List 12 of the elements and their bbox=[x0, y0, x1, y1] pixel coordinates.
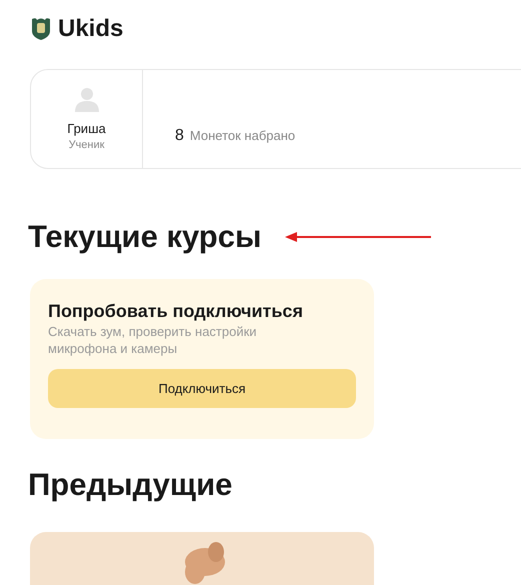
card-description: Скачать зум, проверить настройки микрофона и камеры bbox=[48, 323, 258, 357]
shield-logo-icon bbox=[30, 17, 52, 41]
section-title: Текущие курсы bbox=[28, 218, 262, 256]
section-title: Предыдущие bbox=[28, 466, 234, 504]
card-title: Попробовать подключиться bbox=[48, 300, 304, 323]
user-name: Гриша bbox=[67, 121, 106, 137]
coin-count: 8 bbox=[175, 126, 184, 146]
logo-text: Ukids bbox=[58, 14, 124, 44]
coin-label: Монеток набрано bbox=[190, 127, 296, 146]
avatar-icon bbox=[74, 86, 100, 112]
user-role: Ученик bbox=[68, 138, 104, 153]
connect-button[interactable]: Подключиться bbox=[48, 369, 356, 408]
